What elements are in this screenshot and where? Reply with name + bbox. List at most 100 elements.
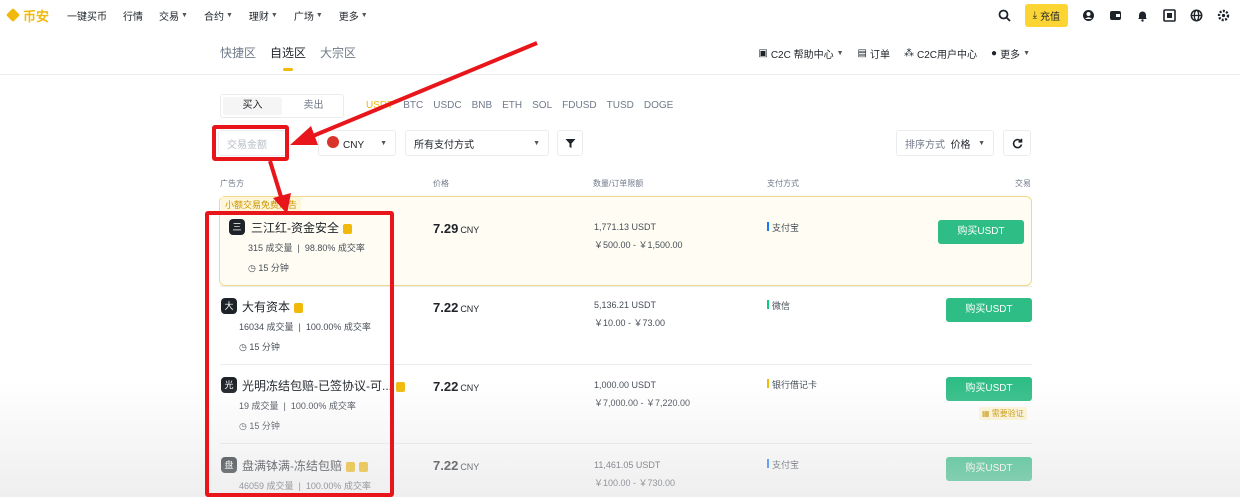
globe-icon[interactable] [1190,9,1203,22]
payment-method: 微信 [767,299,790,312]
sort-value: 价格 [950,139,971,151]
sort-select[interactable]: 排序方式 价格 ▼ [896,130,994,156]
header-payment: 支付方式 [767,179,799,188]
buy-usdt-button[interactable]: 购买USDT [946,457,1032,481]
payment-method: 支付宝 [767,458,799,471]
verified-badge-icon [396,381,405,392]
nav-label: 一键买币 [67,11,108,23]
sell-tab[interactable]: 卖出 [284,95,343,117]
binance-logo-icon [6,8,20,22]
available-amount: 11,461.05 USDT [594,460,661,470]
promo-tag: 小额交易免费广告 [221,197,302,212]
header-advertiser: 广告方 [220,179,244,188]
price: 7.22 CNY [433,300,479,315]
currency-select[interactable]: CNY ▼ [318,130,396,156]
link-label: C2C用户中心 [917,50,978,61]
quantity-limits: 1,771.13 USDT ￥500.00 - ￥1,500.00 [594,218,683,254]
buy-usdt-button[interactable]: 购买USDT [938,220,1024,244]
annotation-box-merchants [205,211,394,497]
buy-usdt-button[interactable]: 购买USDT [946,298,1032,322]
quantity-limits: 5,136.21 USDT ￥10.00 - ￥73.00 [594,296,665,332]
chevron-down-icon: ▼ [1023,50,1030,57]
tab-block-trade[interactable]: 大宗区 [320,44,356,61]
filter-icon [565,138,575,148]
price-currency: CNY [460,304,480,314]
available-amount: 1,000.00 USDT [594,380,657,390]
buy-usdt-button[interactable]: 购买USDT [946,377,1032,401]
nav-item-more[interactable]: 更多 ▼ [339,8,368,23]
coin-bnb[interactable]: BNB [472,100,493,111]
bell-icon[interactable] [1136,9,1149,22]
chevron-down-icon: ▼ [836,50,844,57]
order-limit: ￥7,000.00 - ￥7,220.00 [594,398,691,408]
quantity-limits: 1,000.00 USDT ￥7,000.00 - ￥7,220.00 [594,376,690,412]
more-icon: ● [991,48,998,59]
header-divider [0,74,1240,75]
nav-label: 合约 [203,11,224,23]
coin-tusd[interactable]: TUSD [607,100,634,111]
chevron-down-icon: ▼ [978,139,985,147]
user-icon[interactable] [1082,9,1095,22]
price-currency: CNY [460,462,480,472]
more-link[interactable]: ● 更多 ▼ [991,46,1030,61]
coin-usdc[interactable]: USDC [433,100,461,111]
deposit-button[interactable]: ⤓ 充值 [1024,4,1068,27]
tab-p2p[interactable]: 自选区 [270,44,306,61]
price-value: 7.22 [433,379,459,394]
nav-item-markets[interactable]: 行情 [123,8,143,23]
orders-icon: ▤ [857,48,867,59]
price: 7.22 CNY [433,379,479,394]
coin-selector: USDT BTC USDC BNB ETH SOL FDUSD TUSD DOG… [366,100,673,111]
payment-method: 支付宝 [767,221,799,234]
price-currency: CNY [460,383,480,393]
quantity-limits: 11,461.05 USDT ￥100.00 - ￥730.00 [594,456,675,492]
orders-link[interactable]: ▤ 订单 [858,46,890,61]
buy-sell-toggle: 买入 卖出 [220,94,344,118]
nav-label: 广场 [293,11,314,23]
coin-fdusd[interactable]: FDUSD [562,100,596,111]
currency-value: CNY [343,139,365,151]
price-value: 7.22 [433,300,459,315]
sort-label: 排序方式 [905,139,945,151]
nav-item-square[interactable]: 广场 ▼ [294,8,323,23]
nav-item-quick-buy[interactable]: 一键买币 [67,8,107,23]
nav-item-futures[interactable]: 合约 ▼ [204,8,233,23]
order-limit: ￥10.00 - ￥73.00 [594,318,666,328]
coin-eth[interactable]: ETH [502,100,522,111]
coin-doge[interactable]: DOGE [644,100,673,111]
download-app-icon[interactable] [1163,9,1176,22]
coin-usdt[interactable]: USDT [366,100,393,111]
header-limit: 数量/订单限额 [593,179,644,188]
wallet-icon[interactable] [1109,9,1122,22]
c2c-links: ▣ C2C 帮助中心 ▼ ▤ 订单 ⁂ C2C用户中心 ● 更多 ▼ [758,46,1030,61]
available-amount: 5,136.21 USDT [594,300,657,310]
binance-logo[interactable]: 币安 [6,6,49,25]
search-icon[interactable] [998,9,1011,22]
link-label: C2C 帮助中心 [770,50,834,61]
filter-button[interactable] [557,130,583,156]
top-navbar: 币安 一键买币 行情 交易 ▼ 合约 ▼ 理财 ▼ 广场 ▼ 更多 ▼ ⤓ 充值 [0,0,1240,30]
nav-label: 行情 [123,11,144,23]
users-icon: ⁂ [904,48,914,59]
annotation-box-amount [212,125,289,161]
price-currency: CNY [460,225,480,235]
verification-required-tag: ▦ 需要验证 [979,407,1027,420]
coin-sol[interactable]: SOL [532,100,552,111]
c2c-help-center-link[interactable]: ▣ C2C 帮助中心 ▼ [758,46,843,61]
order-limit: ￥100.00 - ￥730.00 [594,478,676,488]
nav-label: 理财 [248,11,269,23]
coin-btc[interactable]: BTC [403,100,423,111]
nav-item-earn[interactable]: 理财 ▼ [249,8,278,23]
nav-item-trade[interactable]: 交易 ▼ [159,8,188,23]
payment-method-select[interactable]: 所有支付方式 ▼ [405,130,549,156]
order-limit: ￥500.00 - ￥1,500.00 [594,240,683,250]
settings-icon[interactable] [1217,9,1230,22]
c2c-user-center-link[interactable]: ⁂ C2C用户中心 [904,46,977,61]
price: 7.29 CNY [433,221,479,236]
link-label: 更多 [1000,50,1021,61]
buy-tab[interactable]: 买入 [223,97,282,115]
tab-express[interactable]: 快捷区 [220,44,256,61]
refresh-button[interactable] [1003,130,1031,156]
refresh-icon [1012,138,1022,148]
available-amount: 1,771.13 USDT [594,222,657,232]
